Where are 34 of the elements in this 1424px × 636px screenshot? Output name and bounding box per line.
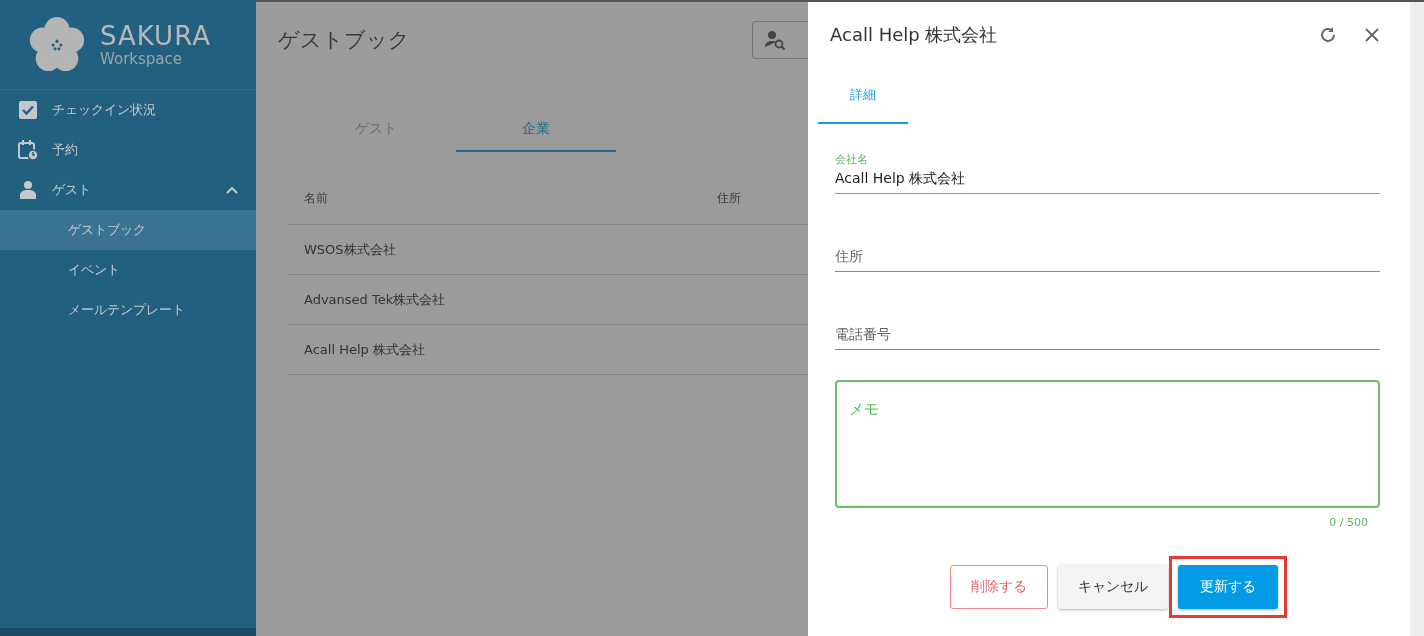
- character-counter: 0 / 500: [1329, 516, 1368, 529]
- table-cell: Acall Help 株式会社: [288, 324, 701, 375]
- nav-item[interactable]: ゲスト: [0, 170, 256, 210]
- brand-subtitle: Workspace: [100, 49, 183, 68]
- refresh-icon: [1318, 25, 1338, 45]
- table-cell: WSOS株式会社: [288, 224, 701, 275]
- tab[interactable]: 詳細: [818, 68, 908, 124]
- sakura-logo-icon: [28, 15, 86, 74]
- delete-button[interactable]: 削除する: [950, 565, 1048, 609]
- input-field[interactable]: 電話番号: [835, 272, 1380, 350]
- person-search-icon: [765, 30, 785, 50]
- refresh-button[interactable]: [1318, 25, 1338, 45]
- column-header[interactable]: 名前: [288, 172, 701, 225]
- input-field[interactable]: 会社名 Acall Help 株式会社: [835, 124, 1380, 194]
- brand-name: SAKURA: [100, 21, 211, 50]
- table-cell: Advansed Tek株式会社: [288, 274, 701, 325]
- nav-subitem[interactable]: ゲストブック: [0, 210, 256, 250]
- nav-item[interactable]: チェックイン状況: [0, 90, 256, 130]
- cancel-button[interactable]: キャンセル: [1058, 565, 1168, 609]
- dialog-title: Acall Help 株式会社: [830, 23, 999, 47]
- page-title: ゲストブック: [278, 27, 410, 54]
- nav-subitem[interactable]: メールテンプレート: [0, 290, 256, 330]
- close-button[interactable]: [1364, 27, 1380, 43]
- nav-subitem[interactable]: イベント: [0, 250, 256, 290]
- tab[interactable]: 企業: [456, 108, 616, 152]
- person-icon: [18, 180, 38, 200]
- close-icon: [1364, 27, 1380, 43]
- calendar-clock-icon: [18, 140, 38, 160]
- checkbox-icon: [18, 100, 38, 120]
- input-field[interactable]: 住所: [835, 194, 1380, 272]
- memo-field[interactable]: メモ: [835, 380, 1380, 508]
- chevron-up-icon: [226, 186, 238, 194]
- nav-item[interactable]: 予約: [0, 130, 256, 170]
- update-button[interactable]: 更新する: [1178, 565, 1278, 609]
